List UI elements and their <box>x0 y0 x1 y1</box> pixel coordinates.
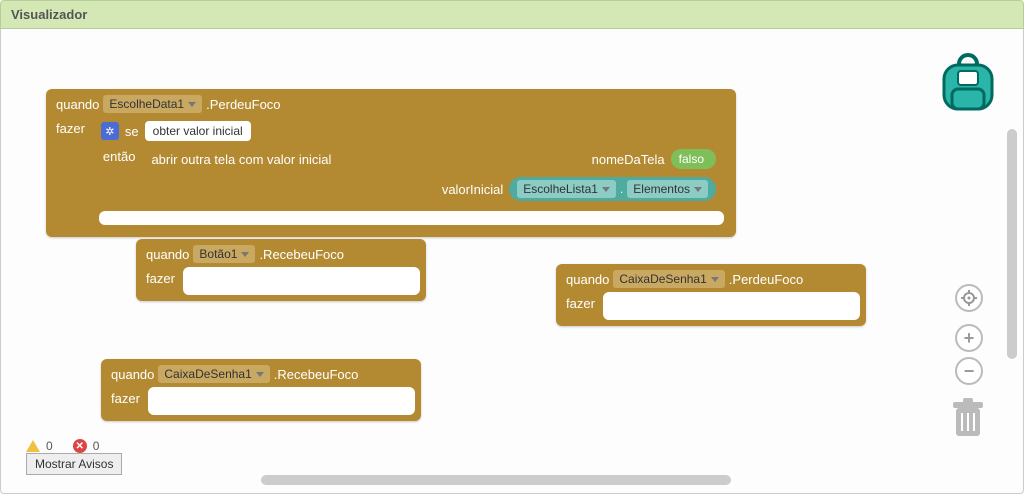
event-name: .PerdeuFoco <box>729 272 803 287</box>
param-label: nomeDaTela <box>592 152 665 167</box>
when-label: quando <box>146 247 189 262</box>
component-dropdown[interactable]: CaixaDeSenha1 <box>613 270 724 288</box>
workspace[interactable]: quando EscolheData1 .PerdeuFoco fazer ✲ … <box>0 29 1024 494</box>
empty-slot[interactable] <box>148 387 415 415</box>
vertical-scrollbar[interactable] <box>1007 129 1017 359</box>
panel-header: Visualizador <box>0 0 1024 29</box>
chevron-down-icon <box>241 252 249 257</box>
getter-block[interactable]: EscolheLista1 . Elementos <box>509 177 716 201</box>
event-name: .PerdeuFoco <box>206 97 280 112</box>
when-label: quando <box>566 272 609 287</box>
backpack-icon[interactable] <box>938 49 998 114</box>
component-dropdown[interactable]: EscolheData1 <box>103 95 202 113</box>
teal-prop-dropdown[interactable]: Elementos <box>627 180 708 198</box>
event-block-caixadesenha1-perdeu[interactable]: quando CaixaDeSenha1 .PerdeuFoco fazer <box>556 264 866 326</box>
zoom-in-button[interactable]: + <box>955 324 983 352</box>
event-name: .RecebeuFoco <box>259 247 344 262</box>
empty-slot[interactable] <box>183 267 420 295</box>
when-label: quando <box>111 367 154 382</box>
chevron-down-icon <box>188 102 196 107</box>
panel-title: Visualizador <box>11 7 87 22</box>
when-label: quando <box>56 97 99 112</box>
event-block-botao1[interactable]: quando Botão1 .RecebeuFoco fazer <box>136 239 426 301</box>
warning-icon[interactable] <box>26 440 40 452</box>
empty-slot[interactable] <box>603 292 860 320</box>
false-value[interactable]: falso <box>671 149 716 169</box>
teal-component-dropdown[interactable]: EscolheLista1 <box>517 180 616 198</box>
gear-icon[interactable]: ✲ <box>101 122 119 140</box>
warning-count: 0 <box>46 439 53 453</box>
error-icon[interactable]: ✕ <box>73 439 87 453</box>
chevron-down-icon <box>256 372 264 377</box>
component-dropdown[interactable]: CaixaDeSenha1 <box>158 365 269 383</box>
chevron-down-icon <box>602 187 610 192</box>
event-name: .RecebeuFoco <box>274 367 359 382</box>
chevron-down-icon <box>694 187 702 192</box>
do-label: fazer <box>101 387 148 416</box>
trash-icon[interactable] <box>951 398 985 438</box>
if-block[interactable]: ✲ se obter valor inicial então abrir out… <box>93 117 730 231</box>
action-text: abrir outra tela com valor inicial <box>151 152 331 167</box>
component-dropdown[interactable]: Botão1 <box>193 245 255 263</box>
param-label-2: valorInicial <box>442 182 503 197</box>
status-row: 0 ✕ 0 <box>26 439 99 453</box>
event-block-escolhedata1[interactable]: quando EscolheData1 .PerdeuFoco fazer ✲ … <box>46 89 736 237</box>
recenter-button[interactable] <box>955 284 983 312</box>
show-warnings-button[interactable]: Mostrar Avisos <box>26 453 122 475</box>
action-open-screen[interactable]: abrir outra tela com valor inicial nomeD… <box>143 145 724 205</box>
event-block-caixadesenha1-recebeu[interactable]: quando CaixaDeSenha1 .RecebeuFoco fazer <box>101 359 421 421</box>
condition-slot[interactable]: obter valor inicial <box>145 121 251 141</box>
error-count: 0 <box>93 439 100 453</box>
horizontal-scrollbar[interactable] <box>261 475 731 485</box>
do-label: fazer <box>556 292 603 321</box>
chevron-down-icon <box>711 277 719 282</box>
zoom-out-button[interactable]: − <box>955 357 983 385</box>
then-label: então <box>93 145 144 174</box>
do-label: fazer <box>136 267 183 296</box>
if-label: se <box>125 124 139 139</box>
do-label: fazer <box>46 117 93 146</box>
